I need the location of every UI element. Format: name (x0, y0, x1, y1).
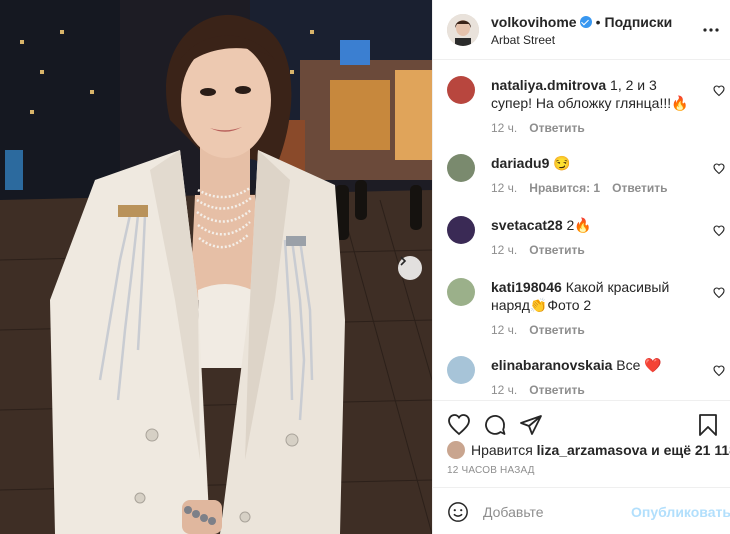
like-comment-button[interactable] (713, 224, 725, 240)
heart-icon (448, 414, 470, 436)
reply-button[interactable]: Ответить (529, 323, 584, 337)
comment-body: 😏 (553, 155, 571, 171)
comment-username[interactable]: elinabaranovskaia (491, 357, 612, 373)
comment-time[interactable]: 12 ч. (491, 121, 517, 135)
comment-username[interactable]: nataliya.dmitrova (491, 77, 606, 93)
comment-likes[interactable]: Нравится: 1 (529, 181, 600, 195)
comment-button[interactable] (483, 413, 507, 440)
comment-body: 2🔥 (566, 217, 592, 233)
comment-text: svetacat28 2🔥 (491, 216, 701, 234)
post-photo[interactable] (0, 0, 432, 534)
smiley-icon (448, 502, 468, 522)
commenter-avatar[interactable] (447, 356, 475, 384)
comment-time[interactable]: 12 ч. (491, 181, 517, 195)
paper-plane-icon (520, 415, 542, 435)
commenter-avatar[interactable] (447, 154, 475, 182)
comment-time[interactable]: 12 ч. (491, 243, 517, 257)
comment-text: nataliya.dmitrova 1, 2 и 3 супер! На обл… (491, 76, 701, 112)
comment-input[interactable] (483, 500, 623, 524)
heart-outline-icon (713, 365, 725, 377)
post-actions: Нравится liza_arzamasova и ещё 21 118 12… (433, 400, 730, 534)
share-button[interactable] (519, 413, 543, 440)
like-comment-button[interactable] (713, 84, 725, 100)
bookmark-icon (699, 414, 717, 436)
like-comment-button[interactable] (713, 286, 725, 302)
comment-text: elinabaranovskaia Все ❤️ (491, 356, 701, 374)
heart-outline-icon (713, 85, 725, 97)
comment-username[interactable]: svetacat28 (491, 217, 563, 233)
author-line: volkovihome • Подписки (491, 14, 672, 30)
like-comment-button[interactable] (713, 162, 725, 178)
heart-outline-icon (713, 163, 725, 175)
verified-badge-icon (579, 16, 592, 28)
likes-summary: Нравится liza_arzamasova и ещё 21 118 (447, 441, 730, 459)
comment-item: nataliya.dmitrova 1, 2 и 3 супер! На обл… (447, 76, 730, 136)
comment-text: kati198046 Какой красивый наряд👏Фото 2 (491, 278, 701, 314)
emoji-button[interactable] (447, 501, 469, 526)
liker-avatar[interactable] (447, 441, 465, 459)
chevron-right-icon (400, 256, 407, 266)
reply-button[interactable]: Ответить (529, 121, 584, 135)
post-timestamp[interactable]: 12 часов назад (447, 465, 535, 476)
heart-outline-icon (713, 225, 725, 237)
comment-item: dariadu9 😏 12 ч. Нравится: 1 Ответить (447, 154, 730, 195)
commenter-avatar[interactable] (447, 278, 475, 306)
reply-button[interactable]: Ответить (529, 243, 584, 257)
following-button[interactable]: Подписки (605, 14, 673, 30)
comment-meta: 12 ч. Ответить (491, 383, 597, 397)
publish-button[interactable]: Опубликовать (631, 504, 730, 520)
post-sidebar: volkovihome • Подписки Arbat Street natali… (432, 0, 730, 534)
comment-item: svetacat28 2🔥 12 ч. Ответить (447, 216, 730, 257)
comment-item: elinabaranovskaia Все ❤️ 12 ч. Ответить (447, 356, 730, 397)
comment-meta: 12 ч. Ответить (491, 323, 597, 337)
comment-username[interactable]: kati198046 (491, 279, 562, 295)
location-link[interactable]: Arbat Street (491, 33, 555, 47)
photo-illustration (0, 0, 432, 534)
comment-meta: 12 ч. Ответить (491, 243, 597, 257)
like-comment-button[interactable] (713, 364, 725, 380)
add-comment-bar: Опубликовать (433, 487, 730, 534)
reply-button[interactable]: Ответить (612, 181, 667, 195)
comment-item: kati198046 Какой красивый наряд👏Фото 2 1… (447, 278, 730, 338)
next-photo-button[interactable] (398, 256, 422, 280)
author-avatar-image (447, 14, 479, 46)
likes-prefix: Нравится (471, 442, 533, 458)
likes-count[interactable]: и ещё 21 118 (651, 442, 730, 458)
liker-username[interactable]: liza_arzamasova (537, 442, 648, 458)
author-avatar[interactable] (447, 14, 479, 46)
commenter-avatar[interactable] (447, 76, 475, 104)
like-button[interactable] (447, 413, 471, 440)
more-options-button[interactable] (703, 22, 719, 41)
author-username[interactable]: volkovihome (491, 14, 577, 30)
save-button[interactable] (697, 413, 719, 440)
separator-dot: • (595, 14, 601, 30)
comment-meta: 12 ч. Ответить (491, 121, 597, 135)
reply-button[interactable]: Ответить (529, 383, 584, 397)
comment-text: dariadu9 😏 (491, 154, 701, 172)
commenter-avatar[interactable] (447, 216, 475, 244)
heart-outline-icon (713, 287, 725, 299)
comment-time[interactable]: 12 ч. (491, 383, 517, 397)
comment-bubble-icon (485, 414, 506, 435)
instagram-post: volkovihome • Подписки Arbat Street natali… (0, 0, 730, 534)
post-header: volkovihome • Подписки Arbat Street (433, 0, 730, 60)
more-horizontal-icon (703, 28, 719, 32)
comment-body: Все ❤️ (616, 357, 662, 373)
comment-time[interactable]: 12 ч. (491, 323, 517, 337)
comment-username[interactable]: dariadu9 (491, 155, 549, 171)
comment-meta: 12 ч. Нравится: 1 Ответить (491, 181, 680, 195)
